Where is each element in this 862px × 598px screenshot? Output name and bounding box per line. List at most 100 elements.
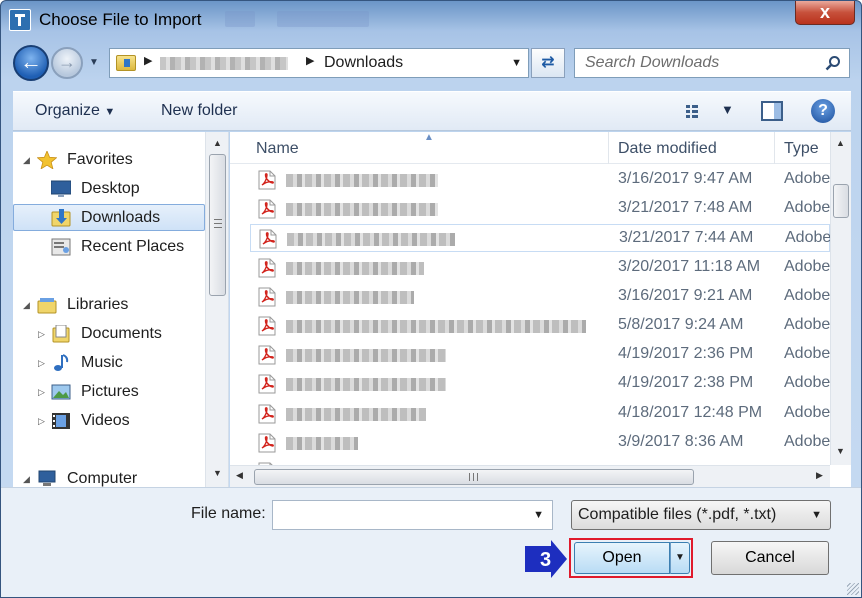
scroll-right-icon[interactable]: ▶ [816, 470, 823, 481]
file-scroll-thumb[interactable] [833, 184, 849, 218]
recent-places-icon [51, 238, 71, 256]
nav-computer[interactable]: ◢ Computer [13, 466, 205, 487]
column-header-type[interactable]: Type [784, 140, 819, 158]
nav-pictures[interactable]: ▷ Pictures [13, 379, 205, 406]
file-vertical-scrollbar[interactable]: ▲ ▼ [830, 132, 851, 465]
collapsed-triangle-icon[interactable]: ▷ [38, 387, 45, 398]
grip-icon [469, 473, 478, 481]
search-icon[interactable] [825, 55, 841, 71]
file-row[interactable]: 3/16/2017 9:21 AM Adobe [250, 283, 830, 311]
title-bar: Choose File to Import x [1, 1, 861, 39]
file-horizontal-scrollbar[interactable]: ◀ ▶ [230, 465, 830, 487]
nav-label: Libraries [67, 296, 129, 313]
libraries-icon [37, 298, 57, 314]
breadcrumb-blurred[interactable] [160, 57, 288, 70]
cancel-button[interactable]: Cancel [711, 541, 829, 575]
expanded-triangle-icon[interactable]: ◢ [23, 300, 30, 311]
nav-downloads[interactable]: Downloads [13, 204, 205, 231]
collapsed-triangle-icon[interactable]: ▷ [38, 416, 45, 427]
blurred-title-region [225, 11, 255, 27]
chevron-down-icon[interactable]: ▼ [511, 57, 522, 69]
recent-pages-dropdown[interactable]: ▼ [89, 57, 99, 68]
computer-icon [38, 470, 56, 486]
back-button[interactable]: ← [13, 45, 49, 81]
nav-videos[interactable]: ▷ Videos [13, 408, 205, 435]
file-name-blurred [286, 174, 438, 187]
nav-label: Desktop [81, 180, 140, 197]
nav-scroll-thumb[interactable] [209, 154, 226, 296]
expanded-triangle-icon[interactable]: ◢ [23, 155, 30, 166]
nav-favorites[interactable]: ◢ Favorites [13, 147, 205, 174]
organize-button[interactable]: Organize ▼ [35, 102, 115, 120]
collapsed-triangle-icon[interactable]: ▷ [38, 329, 45, 340]
file-row[interactable]: 3/9/2017 8:36 AM Adobe [250, 429, 830, 457]
close-button[interactable]: x [795, 1, 855, 25]
nav-music[interactable]: ▷ Music [13, 350, 205, 377]
scroll-up-icon[interactable]: ▲ [836, 138, 845, 148]
chevron-down-icon[interactable]: ▼ [533, 509, 544, 521]
preview-pane-icon[interactable] [761, 101, 783, 121]
file-row[interactable]: 4/19/2017 2:38 PM Adobe [250, 370, 830, 398]
file-name-input[interactable] [273, 501, 523, 529]
address-bar[interactable]: ▶ ▶ Downloads ▼ [109, 48, 529, 78]
file-row[interactable]: 3/21/2017 7:48 AM Adobe [250, 195, 830, 223]
file-name-blurred [286, 261, 424, 275]
arrow-left-icon: ← [20, 49, 42, 74]
file-row[interactable]: 4/19/2017 2:36 PM Adobe [250, 341, 830, 369]
help-icon[interactable]: ? [811, 99, 835, 123]
open-button[interactable]: Open [574, 542, 670, 574]
file-type: Adobe [784, 432, 831, 450]
scroll-down-icon[interactable]: ▼ [213, 468, 222, 478]
forward-button[interactable]: → [51, 47, 83, 79]
nav-libraries[interactable]: ◢ Libraries [13, 292, 205, 319]
file-type: Adobe [784, 345, 831, 363]
file-name-combobox[interactable]: ▼ [272, 500, 553, 530]
column-header-name[interactable]: Name [256, 140, 299, 158]
file-row[interactable]: 5/8/2017 9:24 AM Adobe [250, 312, 830, 340]
column-divider[interactable] [774, 132, 775, 164]
nav-desktop[interactable]: Desktop [13, 176, 205, 203]
file-row[interactable]: 3/20/2017 11:18 AM Adobe [250, 254, 830, 282]
pdf-file-icon [258, 433, 276, 453]
file-name-blurred [286, 436, 358, 450]
videos-icon [52, 413, 70, 429]
expanded-triangle-icon[interactable]: ◢ [23, 474, 30, 485]
grip-icon [214, 219, 222, 228]
file-row[interactable]: 4/18/2017 12:48 PM Adobe [250, 400, 830, 428]
breadcrumb-current[interactable]: Downloads [324, 54, 403, 72]
nav-recent-places[interactable]: Recent Places [13, 234, 205, 261]
chevron-right-icon[interactable]: ▶ [144, 54, 152, 67]
column-divider[interactable] [608, 132, 609, 164]
view-options-dropdown[interactable]: ▼ [721, 102, 734, 117]
search-input[interactable] [575, 49, 815, 77]
file-type-value: Compatible files (*.pdf, *.txt) [578, 506, 777, 523]
file-date: 4/18/2017 12:48 PM [618, 403, 763, 421]
collapsed-triangle-icon[interactable]: ▷ [38, 358, 45, 369]
file-type-select[interactable]: Compatible files (*.pdf, *.txt) ▼ [571, 500, 831, 530]
pdf-file-icon [258, 287, 276, 307]
file-name-blurred [286, 290, 414, 304]
file-type: Adobe [784, 374, 831, 392]
file-row[interactable]: 3/16/2017 9:47 AM Adobe [250, 166, 830, 194]
scroll-up-icon[interactable]: ▲ [213, 138, 222, 148]
file-type: Adobe [784, 199, 831, 217]
scroll-left-icon[interactable]: ◀ [236, 470, 243, 481]
nav-label: Documents [81, 325, 162, 342]
new-folder-button[interactable]: New folder [161, 102, 237, 120]
nav-documents[interactable]: ▷ Documents [13, 321, 205, 348]
open-options-dropdown[interactable]: ▼ [670, 542, 690, 574]
file-row[interactable]: 3/21/2017 7:44 AM Adobe [250, 224, 831, 253]
resize-grip[interactable] [847, 583, 859, 595]
search-box[interactable] [574, 48, 850, 78]
file-date: 3/21/2017 7:44 AM [619, 229, 754, 247]
app-icon [9, 9, 31, 31]
file-hscroll-thumb[interactable] [254, 469, 694, 485]
chevron-right-icon[interactable]: ▶ [306, 54, 314, 67]
nav-scrollbar[interactable]: ▲ ▼ [205, 132, 228, 487]
scroll-down-icon[interactable]: ▼ [836, 446, 845, 456]
view-options-icon[interactable] [685, 104, 707, 120]
file-date: 4/19/2017 2:36 PM [618, 345, 754, 363]
pdf-file-icon [258, 199, 276, 219]
column-header-date[interactable]: Date modified [618, 140, 717, 158]
refresh-button[interactable]: ⇄ [531, 48, 565, 78]
